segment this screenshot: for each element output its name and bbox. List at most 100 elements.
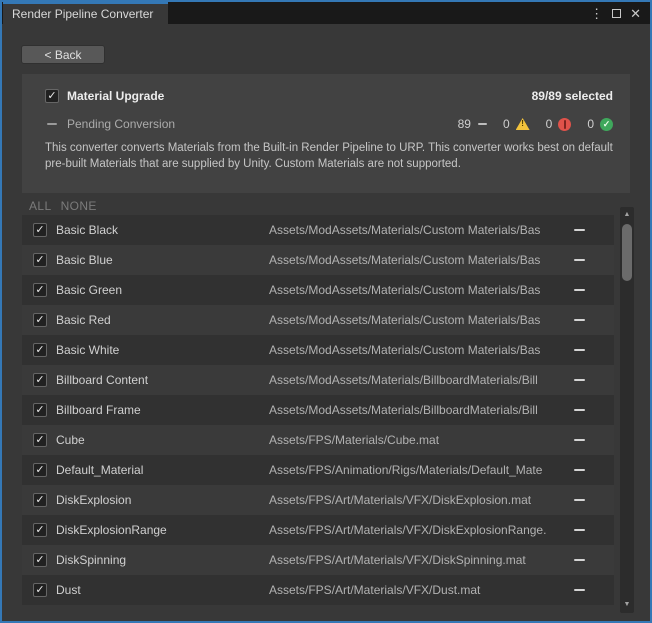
item-name: DiskSpinning <box>56 553 269 567</box>
item-status-dash-icon <box>574 259 585 262</box>
list-item[interactable]: ✓ Default_Material Assets/FPS/Animation/… <box>22 455 614 485</box>
list-item[interactable]: ✓ DiskExplosionRange Assets/FPS/Art/Mate… <box>22 515 614 545</box>
item-path: Assets/ModAssets/Materials/Custom Materi… <box>269 253 568 267</box>
item-path: Assets/ModAssets/Materials/BillboardMate… <box>269 403 568 417</box>
item-status-dash-icon <box>574 289 585 292</box>
list-item[interactable]: ✓ Dust Assets/FPS/Art/Materials/VFX/Dust… <box>22 575 614 605</box>
item-checkbox[interactable]: ✓ <box>33 283 47 297</box>
converter-panel: ✓ Material Upgrade 89/89 selected Pendin… <box>22 74 630 193</box>
scrollbar[interactable]: ▲ ▼ <box>620 207 634 613</box>
close-icon[interactable]: ✕ <box>630 7 641 20</box>
item-name: Basic Red <box>56 313 269 327</box>
item-checkbox[interactable]: ✓ <box>33 253 47 267</box>
item-path: Assets/ModAssets/Materials/Custom Materi… <box>269 313 568 327</box>
item-checkbox[interactable]: ✓ <box>33 433 47 447</box>
pending-conversion-row[interactable]: Pending Conversion 89 0 0 0 ✓ <box>47 117 613 131</box>
item-path: Assets/FPS/Art/Materials/VFX/DiskExplosi… <box>269 493 568 507</box>
selected-count: 89/89 selected <box>532 89 613 103</box>
list-item[interactable]: ✓ Basic Green Assets/ModAssets/Materials… <box>22 275 614 305</box>
item-path: Assets/FPS/Art/Materials/VFX/DiskSpinnin… <box>269 553 568 567</box>
maximize-icon[interactable] <box>612 9 621 18</box>
list-item[interactable]: ✓ Cube Assets/FPS/Materials/Cube.mat <box>22 425 614 455</box>
item-checkbox[interactable]: ✓ <box>33 403 47 417</box>
list-item[interactable]: ✓ Billboard Frame Assets/ModAssets/Mater… <box>22 395 614 425</box>
item-checkbox[interactable]: ✓ <box>33 583 47 597</box>
item-name: Dust <box>56 583 269 597</box>
item-path: Assets/FPS/Animation/Rigs/Materials/Defa… <box>269 463 568 477</box>
render-pipeline-converter-window: Render Pipeline Converter ⋮ ✕ < Back ✓ M… <box>0 0 652 623</box>
item-checkbox[interactable]: ✓ <box>33 343 47 357</box>
scroll-up-icon[interactable]: ▲ <box>620 209 634 221</box>
item-path: Assets/ModAssets/Materials/Custom Materi… <box>269 343 568 357</box>
converter-header-row: ✓ Material Upgrade 89/89 selected <box>45 88 613 104</box>
item-status-dash-icon <box>574 439 585 442</box>
list-item[interactable]: ✓ Basic Red Assets/ModAssets/Materials/C… <box>22 305 614 335</box>
warning-icon <box>516 118 530 130</box>
item-status-dash-icon <box>574 499 585 502</box>
list-item[interactable]: ✓ Billboard Content Assets/ModAssets/Mat… <box>22 365 614 395</box>
list-item[interactable]: ✓ Basic Black Assets/ModAssets/Materials… <box>22 215 614 245</box>
selection-bar: ALL NONE <box>29 199 97 213</box>
item-path: Assets/FPS/Materials/Cube.mat <box>269 433 568 447</box>
status-counts: 89 0 0 0 ✓ <box>458 117 613 131</box>
item-checkbox[interactable]: ✓ <box>33 223 47 237</box>
item-status-dash-icon <box>574 469 585 472</box>
select-none-button[interactable]: NONE <box>61 199 97 213</box>
pending-count-dash-icon <box>478 123 487 125</box>
select-all-button[interactable]: ALL <box>29 199 52 213</box>
window-controls: ⋮ ✕ <box>590 2 650 24</box>
item-name: Basic Blue <box>56 253 269 267</box>
item-status-dash-icon <box>574 589 585 592</box>
titlebar: Render Pipeline Converter ⋮ ✕ <box>2 2 650 24</box>
item-checkbox[interactable]: ✓ <box>33 313 47 327</box>
item-checkbox[interactable]: ✓ <box>33 523 47 537</box>
item-name: Billboard Content <box>56 373 269 387</box>
item-path: Assets/FPS/Art/Materials/VFX/Dust.mat <box>269 583 568 597</box>
menu-icon[interactable]: ⋮ <box>590 7 603 20</box>
item-status-dash-icon <box>574 349 585 352</box>
material-list: ✓ Basic Black Assets/ModAssets/Materials… <box>22 215 614 605</box>
item-path: Assets/ModAssets/Materials/Custom Materi… <box>269 283 568 297</box>
item-status-dash-icon <box>574 229 585 232</box>
item-name: DiskExplosion <box>56 493 269 507</box>
item-name: Basic Black <box>56 223 269 237</box>
list-item[interactable]: ✓ DiskExplosion Assets/FPS/Art/Materials… <box>22 485 614 515</box>
item-status-dash-icon <box>574 319 585 322</box>
item-path: Assets/ModAssets/Materials/Custom Materi… <box>269 223 568 237</box>
item-checkbox[interactable]: ✓ <box>33 463 47 477</box>
pending-dash-icon <box>47 123 57 125</box>
item-checkbox[interactable]: ✓ <box>33 373 47 387</box>
converter-title: Material Upgrade <box>67 89 164 103</box>
list-item[interactable]: ✓ DiskSpinning Assets/FPS/Art/Materials/… <box>22 545 614 575</box>
item-name: DiskExplosionRange <box>56 523 269 537</box>
item-name: Billboard Frame <box>56 403 269 417</box>
tab-render-pipeline-converter[interactable]: Render Pipeline Converter <box>3 2 168 24</box>
pending-conversion-label: Pending Conversion <box>67 117 175 131</box>
pending-count: 89 <box>458 117 471 131</box>
item-name: Basic White <box>56 343 269 357</box>
item-status-dash-icon <box>574 559 585 562</box>
error-count: 0 <box>546 117 553 131</box>
item-status-dash-icon <box>574 379 585 382</box>
item-name: Default_Material <box>56 463 269 477</box>
item-name: Cube <box>56 433 269 447</box>
scrollbar-thumb[interactable] <box>622 224 632 281</box>
list-item[interactable]: ✓ Basic Blue Assets/ModAssets/Materials/… <box>22 245 614 275</box>
success-count: 0 <box>587 117 594 131</box>
list-item[interactable]: ✓ Basic White Assets/ModAssets/Materials… <box>22 335 614 365</box>
success-icon: ✓ <box>600 118 613 131</box>
item-checkbox[interactable]: ✓ <box>33 553 47 567</box>
error-icon <box>558 118 571 131</box>
scroll-down-icon[interactable]: ▼ <box>620 599 634 611</box>
window-title: Render Pipeline Converter <box>12 7 153 21</box>
item-path: Assets/FPS/Art/Materials/VFX/DiskExplosi… <box>269 523 568 537</box>
back-button[interactable]: < Back <box>21 45 105 64</box>
item-name: Basic Green <box>56 283 269 297</box>
item-status-dash-icon <box>574 529 585 532</box>
item-checkbox[interactable]: ✓ <box>33 493 47 507</box>
converter-description: This converter converts Materials from t… <box>45 140 613 172</box>
item-status-dash-icon <box>574 409 585 412</box>
item-path: Assets/ModAssets/Materials/BillboardMate… <box>269 373 568 387</box>
converter-checkbox[interactable]: ✓ <box>45 89 59 103</box>
warning-count: 0 <box>503 117 510 131</box>
